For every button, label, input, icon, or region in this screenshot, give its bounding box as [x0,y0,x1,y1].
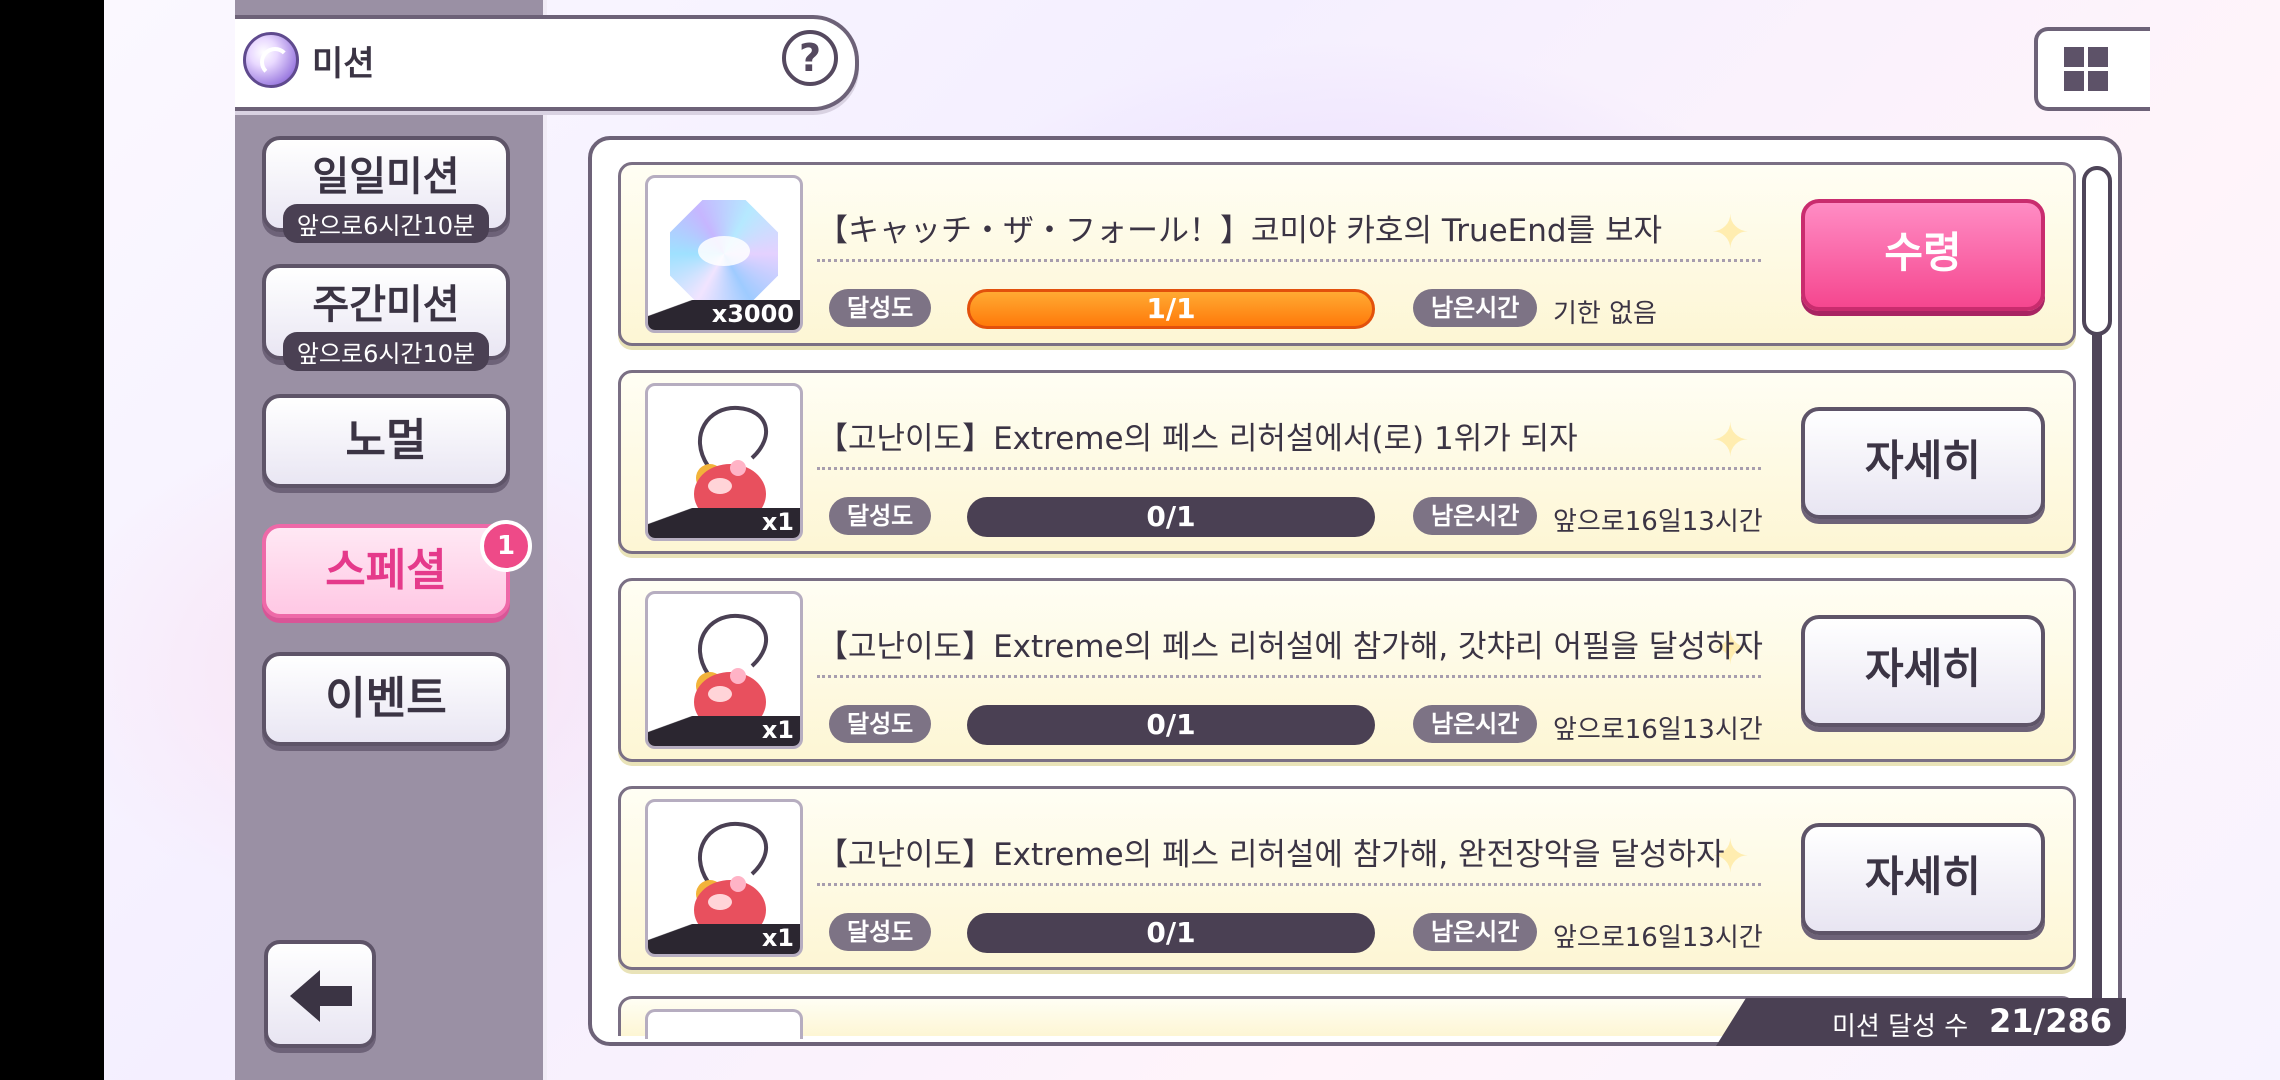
remaining-value: 앞으로16일13시간 [1553,923,1763,953]
mission-card: ✦ x3000 【キャッチ・ザ・フォール！】코미야 카호의 TrueEnd를 보… [618,162,2076,346]
mission-title: 【고난이도】Extreme의 페스 리허설에 참가해, 완전장악을 달성하자 [817,837,1725,873]
remaining-value: 앞으로16일13시간 [1553,715,1763,745]
remaining-label: 남은시간 [1413,289,1538,327]
sparkle-decoration: ✦ [1711,413,1750,467]
mission-title: 【고난이도】Extreme의 페스 리허설에서(로) 1위가 되자 [817,421,1578,457]
progress-bar: 1/1 [967,289,1375,329]
scrollbar-thumb[interactable] [2082,166,2112,336]
progress-bar: 0/1 [967,705,1375,745]
tab-weekly[interactable]: 주간미션 앞으로6시간10분 [262,264,510,371]
reward-count: x1 [761,716,794,744]
divider [817,883,1761,886]
remaining-label: 남은시간 [1413,705,1538,743]
charm-icon [694,821,769,940]
star-gem-icon [670,200,778,308]
charm-icon [694,405,769,524]
progress-bar: 0/1 [967,913,1375,953]
reward-count: x1 [761,924,794,952]
mission-counter: 미션 달성 수 21/286 [1716,998,2126,1046]
mission-title: 【고난이도】Extreme의 페스 리허설에 참가해, 갓챠리 어필을 달성하자 [817,629,1763,665]
sparkle-decoration: ✦ [1711,205,1750,259]
remaining-label: 남은시간 [1413,497,1538,535]
charm-icon [694,613,769,732]
remaining-label: 남은시간 [1413,913,1538,951]
counter-value: 21/286 [1988,1002,2112,1040]
page-title: 미션 [312,44,375,84]
divider [817,259,1761,262]
mission-title: 【キャッチ・ザ・フォール！】코미야 카호의 TrueEnd를 보자 [817,213,1662,249]
tab-time-left: 앞으로6시간10분 [282,332,490,371]
reward-item: x1 [645,799,803,957]
back-arrow-icon [290,970,352,1022]
tab-time-left: 앞으로6시간10분 [282,204,490,243]
claim-button[interactable]: 수령 [1801,199,2045,311]
grid-icon [2064,47,2084,67]
reward-item [645,1009,803,1039]
reward-item: x3000 [645,175,803,333]
tab-normal[interactable]: 노멀 [262,394,510,488]
tab-label: 일일미션 [312,154,460,200]
tab-label: 주간미션 [312,282,460,328]
tab-daily[interactable]: 일일미션 앞으로6시간10분 [262,136,510,243]
back-button[interactable] [264,940,376,1048]
reward-count: x3000 [711,300,794,328]
tab-event[interactable]: 이벤트 [262,652,510,746]
tab-special[interactable]: 스페셜 [262,524,510,618]
reward-item: x1 [645,383,803,541]
remaining-value: 기한 없음 [1553,299,1657,329]
progress-label: 달성도 [829,289,932,327]
details-button[interactable]: 자세히 [1801,407,2045,519]
reward-count: x1 [761,508,794,536]
mission-card: ✦ x1 【고난이도】Extreme의 페스 리허설에 참가해, 완전장악을 달… [618,786,2076,970]
mission-icon [243,32,299,88]
divider [817,675,1761,678]
divider [817,467,1761,470]
remaining-value: 앞으로16일13시간 [1553,507,1763,537]
tab-label: 스페셜 [325,545,447,596]
progress-bar: 0/1 [967,497,1375,537]
details-button[interactable]: 자세히 [1801,615,2045,727]
tab-label: 이벤트 [325,673,447,724]
progress-label: 달성도 [829,497,932,535]
details-button[interactable]: 자세히 [1801,823,2045,935]
notification-badge: 1 [480,520,532,572]
mission-card: ✦ x1 【고난이도】Extreme의 페스 리허설에 참가해, 갓챠리 어필을… [618,578,2076,762]
counter-label: 미션 달성 수 [1832,1012,1969,1042]
reward-item: x1 [645,591,803,749]
tab-label: 노멀 [345,415,427,466]
help-button[interactable]: ? [782,30,838,86]
menu-grid-button[interactable] [2034,27,2150,111]
progress-label: 달성도 [829,913,932,951]
progress-label: 달성도 [829,705,932,743]
mission-card: ✦ x1 【고난이도】Extreme의 페스 리허설에서(로) 1위가 되자 달… [618,370,2076,554]
